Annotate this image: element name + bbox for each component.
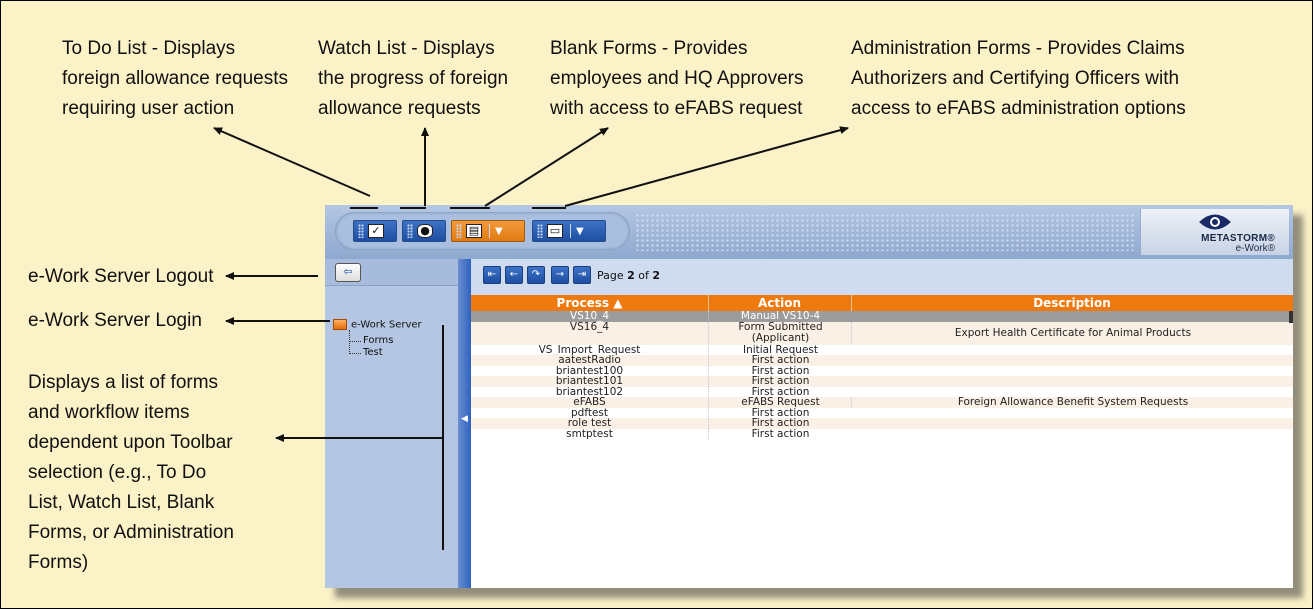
callout-arrows <box>213 126 849 550</box>
blank-arrow <box>484 127 609 207</box>
todo-arrow <box>213 127 371 197</box>
admin-arrow <box>564 126 849 207</box>
